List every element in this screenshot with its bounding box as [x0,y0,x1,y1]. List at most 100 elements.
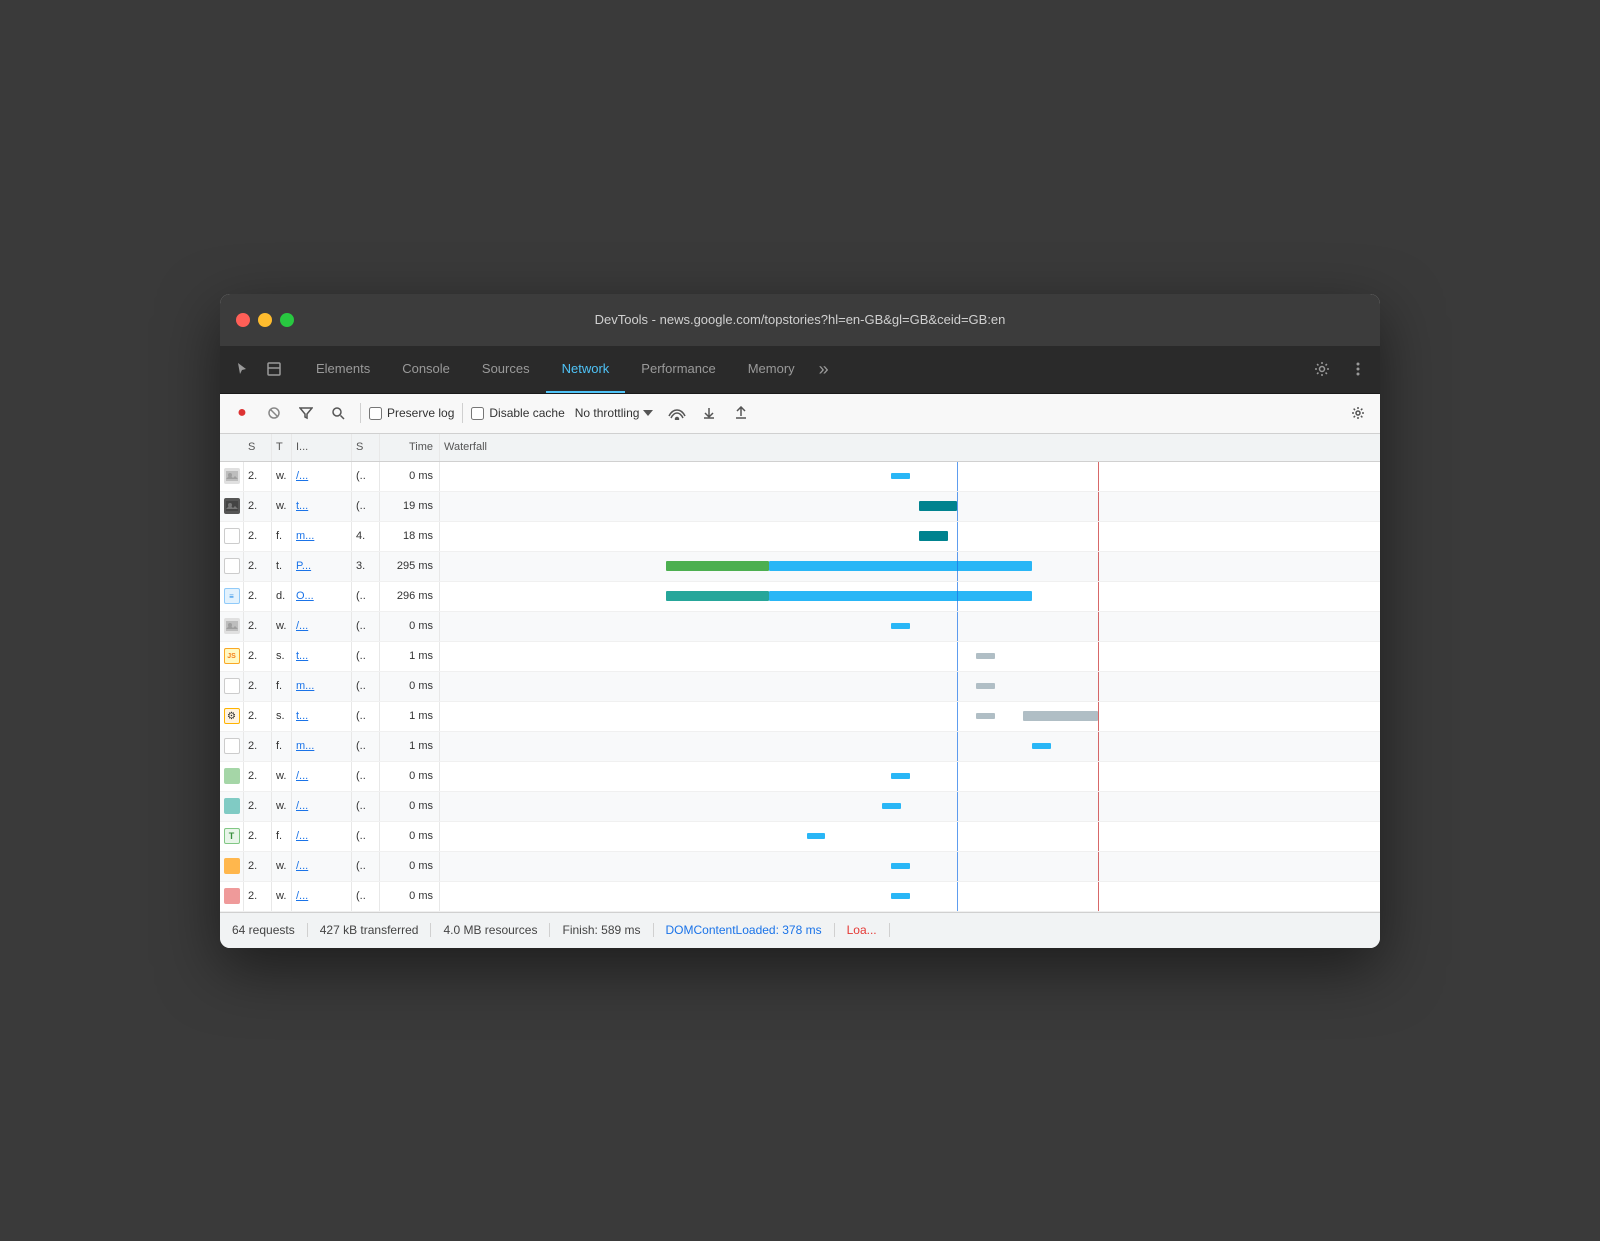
preserve-log-input[interactable] [369,407,382,420]
row-type: w. [272,792,292,821]
cursor-icon[interactable] [228,355,256,383]
row-size: (.. [352,642,380,671]
tab-performance[interactable]: Performance [625,345,731,393]
tab-sources[interactable]: Sources [466,345,546,393]
row-name[interactable]: /... [292,792,352,821]
more-tabs-button[interactable]: » [811,359,837,380]
row-type: s. [272,702,292,731]
row-time: 18 ms [380,522,440,551]
filter-icon[interactable] [292,399,320,427]
row-waterfall [440,642,1380,671]
dock-icon[interactable] [260,355,288,383]
close-button[interactable] [236,313,250,327]
row-name[interactable]: /... [292,822,352,851]
row-size: (.. [352,762,380,791]
row-time: 295 ms [380,552,440,581]
more-options-icon[interactable] [1344,355,1372,383]
row-name[interactable]: m... [292,522,352,551]
table-row[interactable]: 2.f.m...(..0 ms [220,672,1380,702]
tab-console[interactable]: Console [386,345,466,393]
table-row[interactable]: 2.w./...(..0 ms [220,792,1380,822]
row-icon [220,882,244,911]
table-row[interactable]: 2.w./...(..0 ms [220,852,1380,882]
settings-icon[interactable] [1308,355,1336,383]
export-icon[interactable] [727,399,755,427]
table-row[interactable]: 2.t.P...3.295 ms [220,552,1380,582]
table-row[interactable]: T2.f./...(..0 ms [220,822,1380,852]
stop-button[interactable] [260,399,288,427]
tabbar-right [1308,355,1372,383]
disable-cache-checkbox[interactable]: Disable cache [471,406,564,420]
network-settings-icon[interactable] [1344,399,1372,427]
header-status[interactable]: S [244,434,272,461]
table-row[interactable]: 2.w./...(..0 ms [220,882,1380,912]
row-time: 0 ms [380,762,440,791]
row-status: 2. [244,642,272,671]
record-button[interactable]: ● [228,399,256,427]
table-row[interactable]: 2.w./...(..0 ms [220,612,1380,642]
row-status: 2. [244,852,272,881]
row-waterfall [440,522,1380,551]
table-row[interactable]: 2.w./...(..0 ms [220,762,1380,792]
row-status: 2. [244,522,272,551]
minimize-button[interactable] [258,313,272,327]
statusbar: 64 requests 427 kB transferred 4.0 MB re… [220,912,1380,948]
table-row[interactable]: 2.w./...(..0 ms [220,462,1380,492]
table-row[interactable]: 2.f.m...4.18 ms [220,522,1380,552]
row-name[interactable]: t... [292,492,352,521]
row-waterfall [440,552,1380,581]
row-name[interactable]: m... [292,672,352,701]
row-name[interactable]: O... [292,582,352,611]
row-type: w. [272,462,292,491]
row-waterfall [440,822,1380,851]
header-time[interactable]: Time [380,434,440,461]
search-icon[interactable] [324,399,352,427]
row-name[interactable]: /... [292,462,352,491]
row-status: 2. [244,582,272,611]
tab-network[interactable]: Network [546,345,626,393]
tab-elements[interactable]: Elements [300,345,386,393]
table-row[interactable]: ≡2.d.O...(..296 ms [220,582,1380,612]
row-size: (.. [352,792,380,821]
tabbar-icons [228,355,288,383]
row-icon [220,552,244,581]
table-row[interactable]: 2.w.t...(..19 ms [220,492,1380,522]
row-time: 0 ms [380,822,440,851]
row-name[interactable]: t... [292,702,352,731]
throttle-select[interactable]: No throttling [569,404,660,422]
network-conditions-icon[interactable] [663,399,691,427]
row-name[interactable]: /... [292,612,352,641]
header-name[interactable]: I... [292,434,352,461]
row-status: 2. [244,552,272,581]
import-icon[interactable] [695,399,723,427]
header-waterfall[interactable]: Waterfall [440,441,1380,453]
disable-cache-input[interactable] [471,407,484,420]
table-header: S T I... S Time Waterfall [220,434,1380,462]
row-name[interactable]: /... [292,762,352,791]
row-name[interactable]: /... [292,852,352,881]
row-icon [220,762,244,791]
row-name[interactable]: m... [292,732,352,761]
header-type[interactable]: T [272,434,292,461]
status-resources: 4.0 MB resources [431,923,550,937]
row-time: 0 ms [380,672,440,701]
table-row[interactable]: 2.f.m...(..1 ms [220,732,1380,762]
table-body: 2.w./...(..0 ms2.w.t...(..19 ms2.f.m...4… [220,462,1380,912]
preserve-log-checkbox[interactable]: Preserve log [369,406,454,420]
row-type: f. [272,732,292,761]
table-row[interactable]: JS2.s.t...(..1 ms [220,642,1380,672]
status-requests: 64 requests [232,923,308,937]
row-size: 3. [352,552,380,581]
tab-memory[interactable]: Memory [732,345,811,393]
row-name[interactable]: t... [292,642,352,671]
maximize-button[interactable] [280,313,294,327]
status-finish: Finish: 589 ms [550,923,653,937]
row-size: (.. [352,492,380,521]
row-time: 0 ms [380,882,440,911]
table-row[interactable]: ⚙2.s.t...(..1 ms [220,702,1380,732]
header-size[interactable]: S [352,434,380,461]
row-name[interactable]: P... [292,552,352,581]
row-waterfall [440,702,1380,731]
row-size: (.. [352,882,380,911]
row-name[interactable]: /... [292,882,352,911]
